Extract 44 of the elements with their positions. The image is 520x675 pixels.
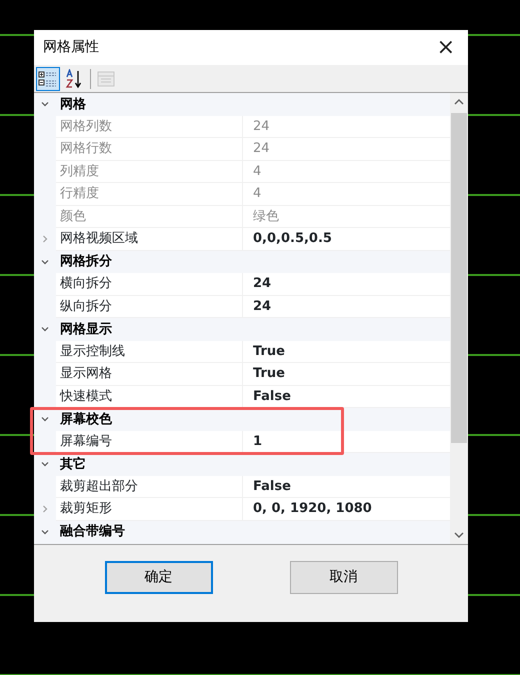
category-header[interactable]: 其它 (56, 454, 86, 474)
property-name: 行精度 (56, 183, 243, 206)
property-value[interactable]: True (243, 363, 450, 386)
collapse-icon[interactable] (41, 528, 49, 536)
property-name: 网格行数 (56, 138, 243, 160)
property-name: 快速模式 (56, 386, 243, 408)
category-header[interactable]: 融合带编号 (56, 522, 125, 542)
cancel-button[interactable]: 取消 (290, 561, 398, 594)
scroll-thumb[interactable] (451, 113, 467, 443)
property-name: 显示网格 (56, 363, 243, 386)
property-name: 裁剪矩形 (56, 498, 243, 520)
category-header[interactable]: 网格 (56, 94, 86, 114)
property-name: 网格视频区域 (56, 228, 243, 250)
property-value[interactable]: 0, 0, 1920, 1080 (243, 498, 450, 520)
property-name: 颜色 (56, 206, 243, 228)
collapse-icon[interactable] (41, 325, 49, 334)
category-header[interactable]: 网格显示 (56, 320, 112, 339)
property-name: 网格列数 (56, 116, 243, 138)
property-value[interactable]: 24 (243, 273, 450, 296)
property-name: 屏幕编号 (56, 430, 243, 453)
property-value[interactable]: False (243, 386, 450, 408)
category-header[interactable]: 屏幕校色 (56, 410, 112, 429)
property-name: 纵向拆分 (56, 296, 243, 318)
property-value[interactable]: False (243, 476, 450, 498)
property-value[interactable]: 0,0,0.5,0.5 (243, 228, 450, 250)
scroll-down-icon[interactable] (454, 532, 464, 538)
categorized-view-icon[interactable] (36, 66, 60, 90)
close-button[interactable]: × (432, 36, 459, 58)
category-header[interactable]: 网格拆分 (56, 252, 112, 272)
window-title: 网格属性 (43, 38, 99, 57)
collapse-icon[interactable] (41, 460, 49, 468)
property-value[interactable]: True (243, 340, 450, 363)
collapse-icon[interactable] (41, 415, 49, 424)
collapse-icon[interactable] (41, 100, 49, 108)
scroll-up-icon[interactable] (454, 99, 464, 105)
ok-button[interactable]: 确定 (104, 561, 212, 594)
property-name: 裁剪超出部分 (56, 476, 243, 498)
property-name: 横向拆分 (56, 273, 243, 296)
property-name: 列精度 (56, 160, 243, 183)
property-name: 显示控制线 (56, 340, 243, 363)
property-value[interactable]: 1 (243, 430, 450, 453)
collapse-icon[interactable] (41, 258, 49, 266)
property-value[interactable]: 绿色 (243, 206, 450, 228)
property-value[interactable]: 24 (243, 296, 450, 318)
